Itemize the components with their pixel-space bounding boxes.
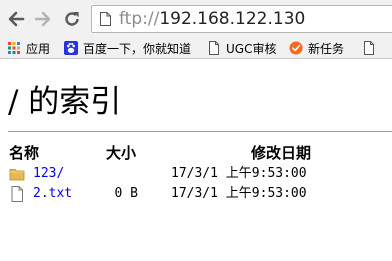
forward-arrow-icon bbox=[34, 11, 51, 27]
reload-button[interactable] bbox=[60, 7, 84, 31]
page-icon bbox=[364, 41, 374, 55]
url-scheme: ftp:// bbox=[119, 9, 160, 29]
bookmark-baidu[interactable]: 百度一下，你就知道 bbox=[64, 38, 191, 58]
new-task-icon bbox=[289, 41, 303, 55]
table-row: 123/ 17/3/1 上午9:53:00 bbox=[0, 164, 392, 184]
bookmark-ugc-review[interactable]: UGC审核 bbox=[207, 38, 276, 58]
apps-grid-icon bbox=[8, 42, 20, 54]
bookmark-label: 新任务 bbox=[308, 41, 345, 56]
entry-link[interactable]: 2.txt bbox=[33, 186, 72, 202]
column-header-date[interactable]: 修改日期 bbox=[251, 144, 311, 162]
address-bar[interactable]: ftp://192.168.122.130 bbox=[91, 5, 392, 33]
entry-size: 0 B bbox=[114, 186, 138, 201]
bookmarks-bar: 应用 百度一下，你就知道 UGC审核 新任务 bbox=[0, 38, 392, 59]
back-arrow-icon bbox=[8, 11, 25, 27]
bookmark-label: 应用 bbox=[26, 41, 51, 56]
title-divider bbox=[8, 131, 392, 132]
bookmark-label: UGC审核 bbox=[226, 41, 277, 56]
back-button[interactable] bbox=[4, 7, 28, 31]
bookmark-partial[interactable] bbox=[362, 38, 381, 58]
url-host: 192.168.122.130 bbox=[159, 9, 306, 29]
entry-date: 17/3/1 上午9:53:00 bbox=[171, 186, 307, 201]
reload-icon bbox=[65, 12, 79, 26]
page-title: / 的索引 bbox=[8, 84, 122, 120]
bookmark-apps[interactable]: 应用 bbox=[7, 38, 50, 58]
folder-icon bbox=[9, 169, 25, 181]
file-icon bbox=[11, 186, 23, 202]
url-text: ftp://192.168.122.130 bbox=[119, 8, 305, 30]
bookmark-new-task[interactable]: 新任务 bbox=[289, 38, 344, 58]
entry-date: 17/3/1 上午9:53:00 bbox=[171, 166, 307, 181]
entry-link[interactable]: 123/ bbox=[33, 166, 64, 182]
column-header-name[interactable]: 名称 bbox=[9, 144, 39, 162]
page-icon bbox=[100, 12, 111, 26]
baidu-paw-icon bbox=[64, 41, 78, 55]
bookmark-label: 百度一下，你就知道 bbox=[83, 41, 192, 56]
browser-toolbar: ftp://192.168.122.130 bbox=[0, 0, 392, 38]
column-header-size[interactable]: 大小 bbox=[106, 144, 136, 162]
forward-button[interactable] bbox=[31, 7, 55, 31]
table-row: 2.txt 0 B 17/3/1 上午9:53:00 bbox=[0, 184, 392, 204]
page-icon bbox=[209, 41, 219, 55]
